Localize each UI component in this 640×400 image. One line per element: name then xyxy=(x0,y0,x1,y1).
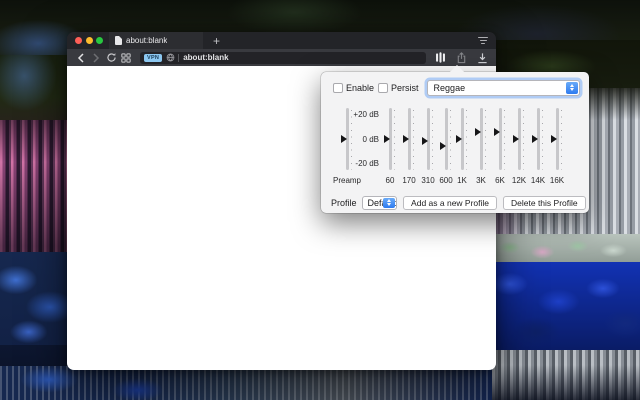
navigation-toolbar: VPN about:blank xyxy=(67,49,496,66)
wallpaper-lit-rocks xyxy=(492,234,640,264)
eq-band-12k: 12K xyxy=(510,108,528,188)
eq-band-label: 6K xyxy=(495,176,505,185)
eq-slider-ticks xyxy=(432,110,433,170)
eq-slider-thumb[interactable] xyxy=(403,135,409,143)
equalizer-options-row: Enable Persist Reggae xyxy=(333,79,580,96)
eq-band-6k: 6K xyxy=(491,108,509,188)
tab-bar: about:blank + xyxy=(67,32,496,49)
eq-slider-thumb[interactable] xyxy=(551,135,557,143)
eq-slider-track[interactable] xyxy=(479,108,483,170)
eq-band-60: 60 xyxy=(381,108,399,188)
forward-button[interactable] xyxy=(89,51,103,65)
eq-band-preamp: Preamp xyxy=(333,108,361,188)
share-icon[interactable] xyxy=(454,51,468,65)
equalizer-extension-icon[interactable] xyxy=(433,51,447,65)
eq-band-310: 310 xyxy=(419,108,437,188)
eq-slider-thumb[interactable] xyxy=(532,135,538,143)
add-profile-button[interactable]: Add as a new Profile xyxy=(403,195,498,210)
vpn-badge[interactable]: VPN xyxy=(144,53,163,62)
eq-slider-ticks xyxy=(561,110,562,170)
eq-slider-track[interactable] xyxy=(444,108,448,170)
equalizer-popup: Enable Persist Reggae +20 dB 0 dB -20 dB… xyxy=(321,65,589,213)
eq-band-label: 12K xyxy=(511,176,527,185)
persist-checkbox[interactable] xyxy=(378,82,389,93)
eq-slider-thumb[interactable] xyxy=(513,135,519,143)
eq-band-170: 170 xyxy=(400,108,418,188)
eq-slider-ticks xyxy=(523,110,524,170)
zoom-window-button[interactable] xyxy=(96,37,103,44)
eq-slider-thumb[interactable] xyxy=(422,136,428,145)
eq-slider-thumb[interactable] xyxy=(341,135,347,143)
eq-band-label: 14K xyxy=(530,176,546,185)
eq-slider-thumb[interactable] xyxy=(440,141,446,150)
eq-band-label: 60 xyxy=(385,176,395,185)
wallpaper-pink-icicles xyxy=(0,120,72,260)
profile-select[interactable]: Default xyxy=(361,195,398,210)
eq-slider-ticks xyxy=(450,110,451,170)
wallpaper-blue-rocks xyxy=(492,262,640,350)
eq-band-label: 3K xyxy=(476,176,486,185)
wallpaper-blue-snow-left xyxy=(0,252,72,352)
eq-band-14k: 14K xyxy=(529,108,547,188)
eq-band-1k: 1K xyxy=(453,108,471,188)
preset-selected-value: Reggae xyxy=(433,82,466,93)
wallpaper-reflection xyxy=(492,350,640,400)
enable-checkbox[interactable] xyxy=(333,82,343,93)
select-stepper-icon xyxy=(383,197,396,208)
eq-slider-thumb[interactable] xyxy=(384,135,390,143)
delete-profile-button[interactable]: Delete this Profile xyxy=(503,195,586,210)
site-info-globe-icon[interactable] xyxy=(165,53,175,63)
eq-band-label: Preamp xyxy=(332,176,362,185)
reload-button[interactable] xyxy=(104,51,118,65)
profile-label: Profile xyxy=(331,197,357,208)
eq-band-label: 1K xyxy=(457,176,467,185)
eq-slider-ticks xyxy=(351,110,352,170)
toolbar-extensions xyxy=(433,51,489,65)
eq-slider-ticks xyxy=(504,110,505,170)
eq-slider-track[interactable] xyxy=(498,108,502,170)
eq-slider-thumb[interactable] xyxy=(475,128,481,137)
preset-select[interactable]: Reggae xyxy=(426,79,580,96)
window-controls xyxy=(67,37,109,44)
eq-slider-thumb[interactable] xyxy=(456,135,462,143)
minimize-window-button[interactable] xyxy=(85,37,93,44)
eq-slider-ticks xyxy=(394,110,395,170)
persist-label: Persist xyxy=(391,82,419,93)
speed-dial-grid-icon[interactable] xyxy=(119,51,133,65)
back-button[interactable] xyxy=(74,51,88,65)
url-separator xyxy=(178,53,180,62)
eq-band-label: 310 xyxy=(421,176,435,185)
select-stepper-icon xyxy=(566,81,578,94)
tab-menu-icon[interactable] xyxy=(478,36,488,45)
eq-band-label: 16K xyxy=(549,176,565,185)
eq-slider-ticks xyxy=(542,110,543,170)
page-favicon-icon xyxy=(115,36,122,45)
eq-slider-ticks xyxy=(466,110,467,170)
enable-label: Enable xyxy=(346,82,375,93)
profile-row: Profile Default Add as a new Profile Del… xyxy=(331,195,586,210)
eq-slider-thumb[interactable] xyxy=(494,128,500,137)
close-window-button[interactable] xyxy=(75,37,82,44)
tab-title: about:blank xyxy=(126,36,168,45)
wallpaper-left-moss xyxy=(0,55,72,125)
url-bar[interactable]: VPN about:blank xyxy=(140,51,426,64)
eq-band-16k: 16K xyxy=(548,108,566,188)
eq-band-label: 170 xyxy=(402,176,416,185)
eq-band-3k: 3K xyxy=(472,108,490,188)
downloads-icon[interactable] xyxy=(475,51,489,65)
wallpaper-bottom-shore xyxy=(0,366,492,400)
eq-band-label: 600 xyxy=(439,176,453,185)
active-tab[interactable]: about:blank xyxy=(109,32,203,49)
eq-slider-ticks xyxy=(413,110,414,170)
new-tab-button[interactable]: + xyxy=(213,35,220,47)
eq-slider-ticks xyxy=(485,110,486,170)
url-text[interactable]: about:blank xyxy=(183,53,228,62)
